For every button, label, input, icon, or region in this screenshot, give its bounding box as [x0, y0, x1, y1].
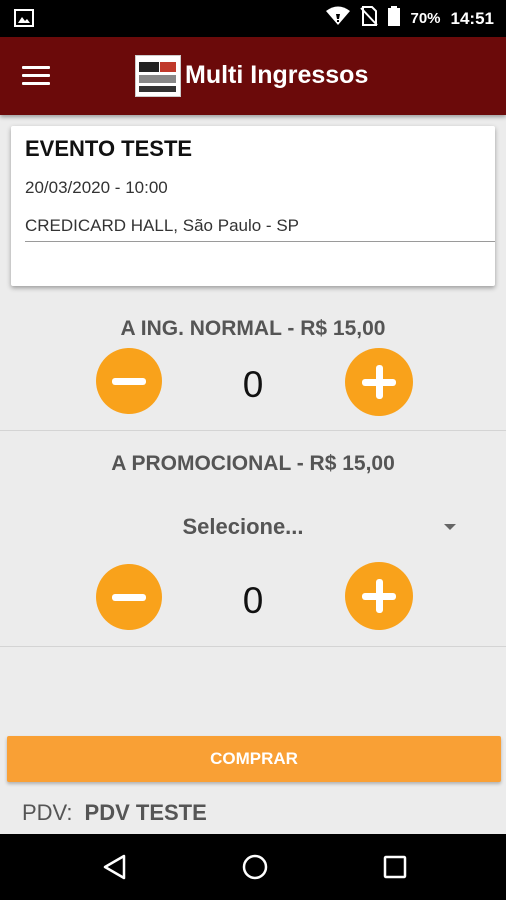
recent-apps-icon[interactable] [380, 852, 410, 882]
decrease-promocional-button[interactable] [96, 564, 162, 630]
increase-promocional-button[interactable] [345, 562, 413, 630]
app-title: Multi Ingressos [185, 61, 369, 89]
quantity-normal: 0 [242, 364, 264, 405]
event-card: EVENTO TESTE 20/03/2020 - 10:00 CREDICAR… [11, 126, 495, 286]
wifi-icon [326, 6, 351, 31]
plus-icon [376, 579, 383, 613]
ticket-title-promocional: A PROMOCIONAL - R$ 15,00 [111, 452, 395, 475]
minus-icon [112, 378, 146, 385]
app-logo [135, 55, 181, 97]
minus-icon [112, 594, 146, 601]
event-venue: CREDICARD HALL, São Paulo - SP [25, 216, 299, 235]
home-icon[interactable] [240, 852, 270, 882]
divider [25, 241, 495, 242]
image-icon [14, 8, 34, 33]
ticket-title-normal: A ING. NORMAL - R$ 15,00 [120, 317, 386, 340]
clock: 14:51 [450, 8, 494, 28]
event-date: 20/03/2020 - 10:00 [25, 178, 168, 197]
dropdown-arrow-icon [444, 524, 456, 530]
pdv-label: PDV: [22, 800, 73, 825]
quantity-promocional: 0 [242, 580, 264, 621]
navigation-bar [0, 834, 506, 900]
pdv-value: PDV TESTE [84, 800, 207, 825]
buy-button[interactable]: COMPRAR [7, 736, 501, 782]
plus-icon [376, 365, 383, 399]
pdv-info: PDV: PDV TESTE [22, 800, 207, 826]
divider [0, 646, 506, 647]
event-name: EVENTO TESTE [25, 136, 193, 161]
promocional-select[interactable]: Selecione... [20, 508, 466, 550]
battery-icon [388, 6, 401, 31]
select-value: Selecione... [182, 514, 304, 539]
back-icon[interactable] [100, 852, 130, 882]
decrease-normal-button[interactable] [96, 348, 162, 414]
app-bar: Multi Ingressos [0, 37, 506, 115]
battery-percent: 70% [410, 10, 441, 27]
status-bar: 70% 14:51 [0, 0, 506, 37]
divider [0, 430, 506, 431]
menu-icon[interactable] [22, 61, 58, 91]
no-sim-icon [360, 6, 379, 31]
increase-normal-button[interactable] [345, 348, 413, 416]
